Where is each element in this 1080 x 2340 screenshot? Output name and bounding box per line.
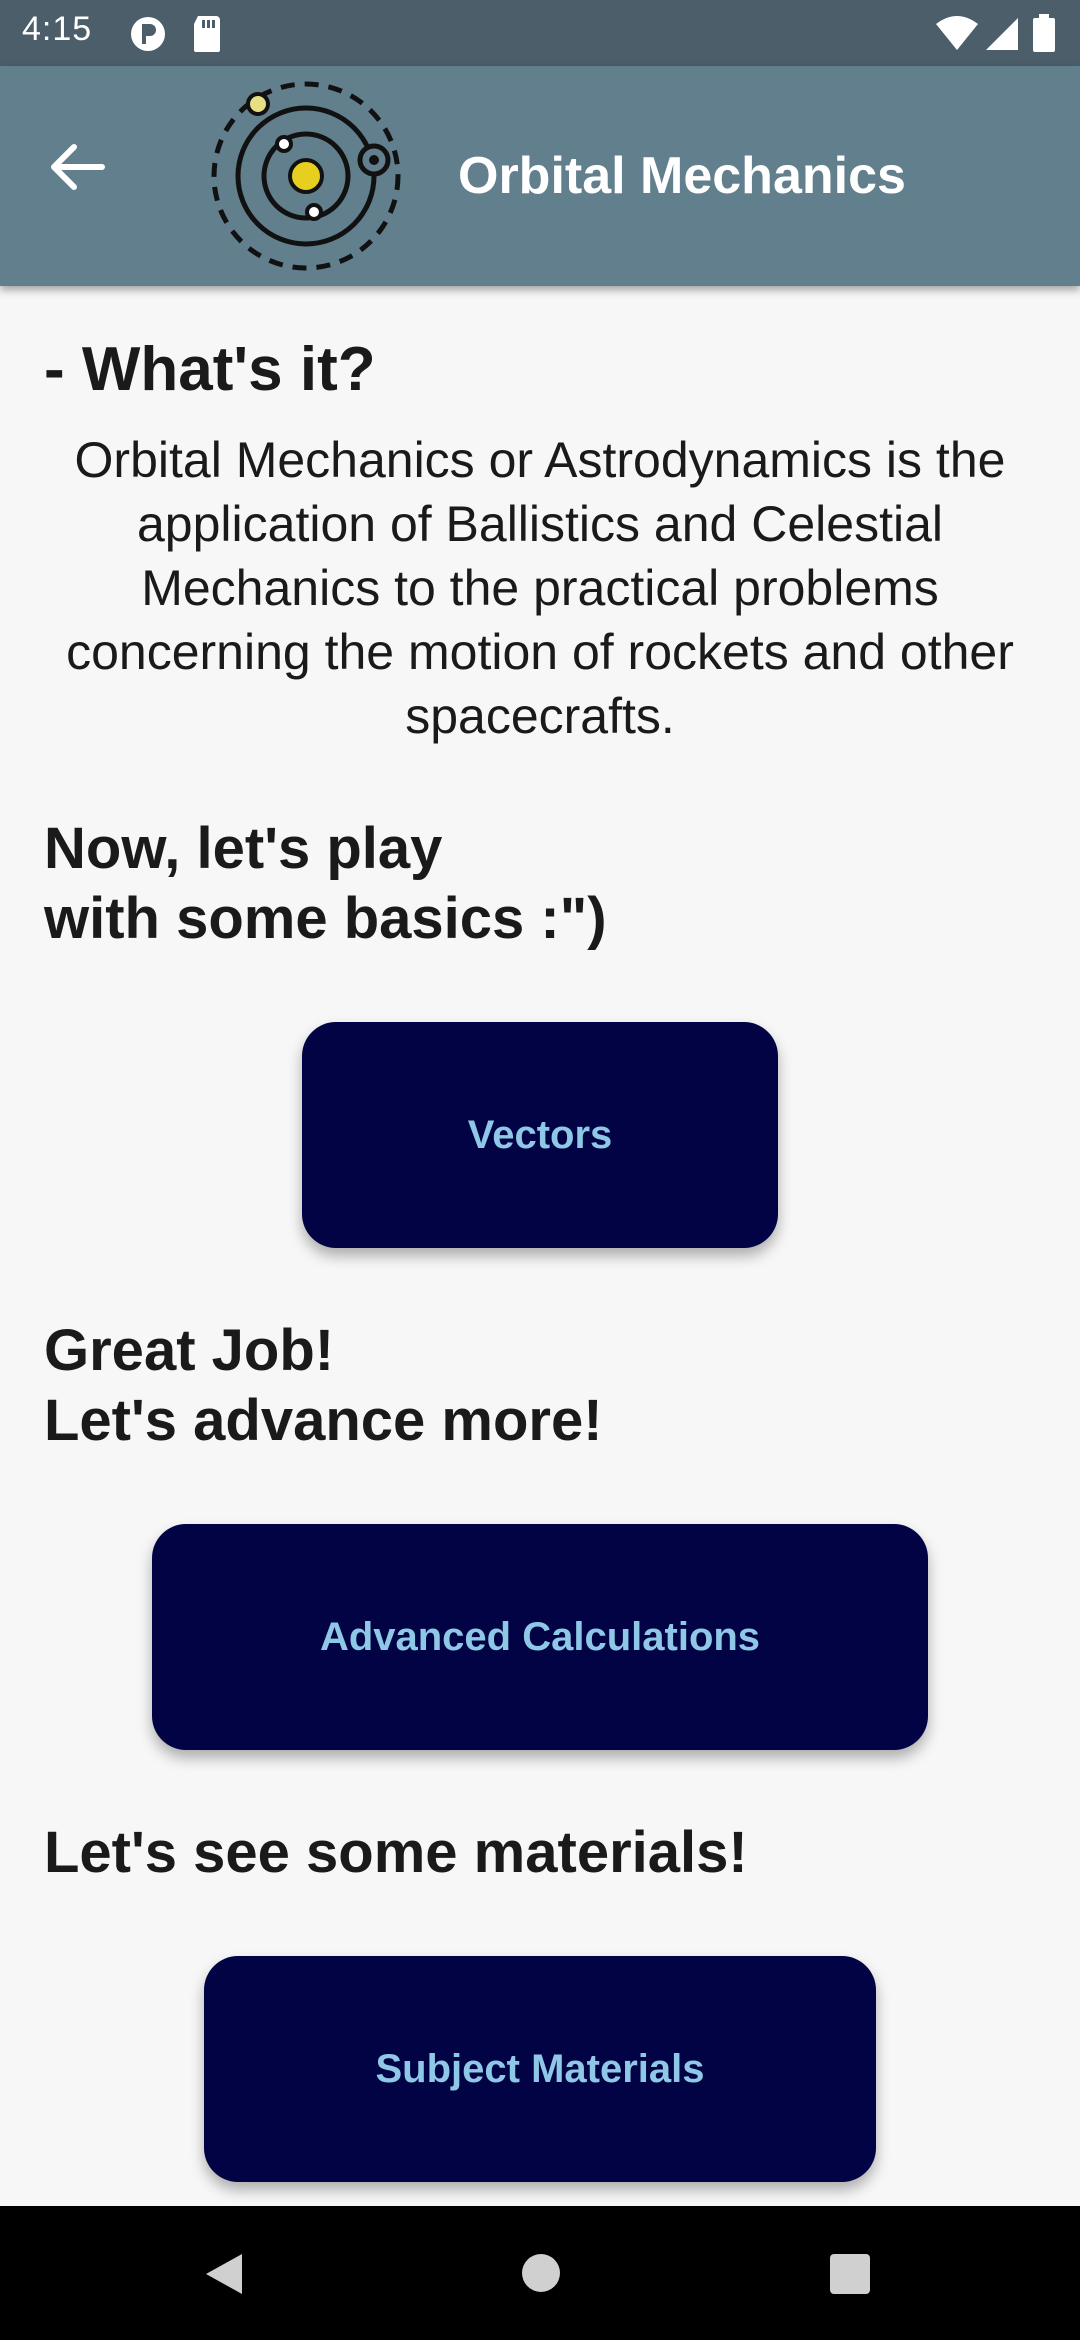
data-saver-icon [131, 17, 165, 51]
vectors-button[interactable]: Vectors [302, 1022, 778, 1248]
app-bar: Orbital Mechanics [0, 66, 1080, 286]
advance-heading: Great Job! Let's advance more! [44, 1318, 603, 1453]
back-arrow-icon[interactable] [42, 132, 112, 202]
nav-home-icon[interactable] [520, 2252, 562, 2294]
nav-back-icon[interactable] [200, 2250, 248, 2298]
cell-signal-icon [986, 18, 1018, 50]
advanced-calculations-button[interactable]: Advanced Calculations [152, 1524, 928, 1750]
sd-card-icon [194, 16, 220, 52]
nav-recents-icon[interactable] [830, 2254, 870, 2294]
solar-system-logo [211, 81, 401, 271]
status-time: 4:15 [22, 10, 93, 48]
subject-materials-button[interactable]: Subject Materials [204, 1956, 876, 2182]
system-nav-bar [0, 2206, 1080, 2340]
materials-heading: Let's see some materials! [44, 1820, 748, 1885]
battery-icon [1033, 14, 1055, 52]
wifi-icon [936, 16, 978, 50]
description-text: Orbital Mechanics or Astrodynamics is th… [66, 432, 1014, 744]
basics-heading: Now, let's play with some basics :") [44, 816, 607, 951]
section-title: - What's it? [44, 335, 376, 404]
app-title: Orbital Mechanics [458, 147, 906, 205]
status-bar: 4:15 [0, 0, 1080, 66]
